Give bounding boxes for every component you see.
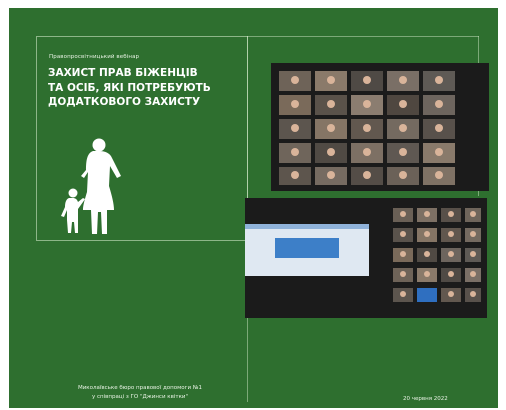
title-line-2: ТА ОСІБ, ЯКІ ПОТРЕБУЮТЬ — [48, 81, 211, 94]
organizer-line-2: у співпраці з ГО "Джинси квітки" — [92, 393, 188, 400]
video-conference-gallery — [271, 63, 489, 191]
title-line-3: ДОДАТКОВОГО ЗАХИСТУ — [48, 96, 201, 108]
webinar-date: 20 червня 2022 — [403, 396, 448, 402]
webinar-subtitle: Правопросвітницький вебінар — [49, 54, 140, 60]
participant-tiles — [279, 71, 455, 185]
organizer-line-1: Миколаївське бюро правової допомоги №1 — [77, 385, 203, 391]
video-conference-screenshare — [245, 198, 487, 318]
divider-top — [247, 36, 479, 37]
webinar-title: ЗАХИСТ ПРАВ БІЖЕНЦІВ ТА ОСІБ, ЯКІ ПОТРЕБ… — [48, 66, 248, 110]
webinar-poster: Правопросвітницький вебінар ЗАХИСТ ПРАВ … — [9, 8, 498, 408]
screenshare-participant-tiles — [393, 208, 481, 302]
title-line-1: ЗАХИСТ ПРАВ БІЖЕНЦІВ — [48, 67, 198, 79]
mother-and-child-silhouette-icon — [61, 138, 121, 234]
organizer-credit: Миколаївське бюро правової допомоги №1 у… — [20, 384, 260, 401]
